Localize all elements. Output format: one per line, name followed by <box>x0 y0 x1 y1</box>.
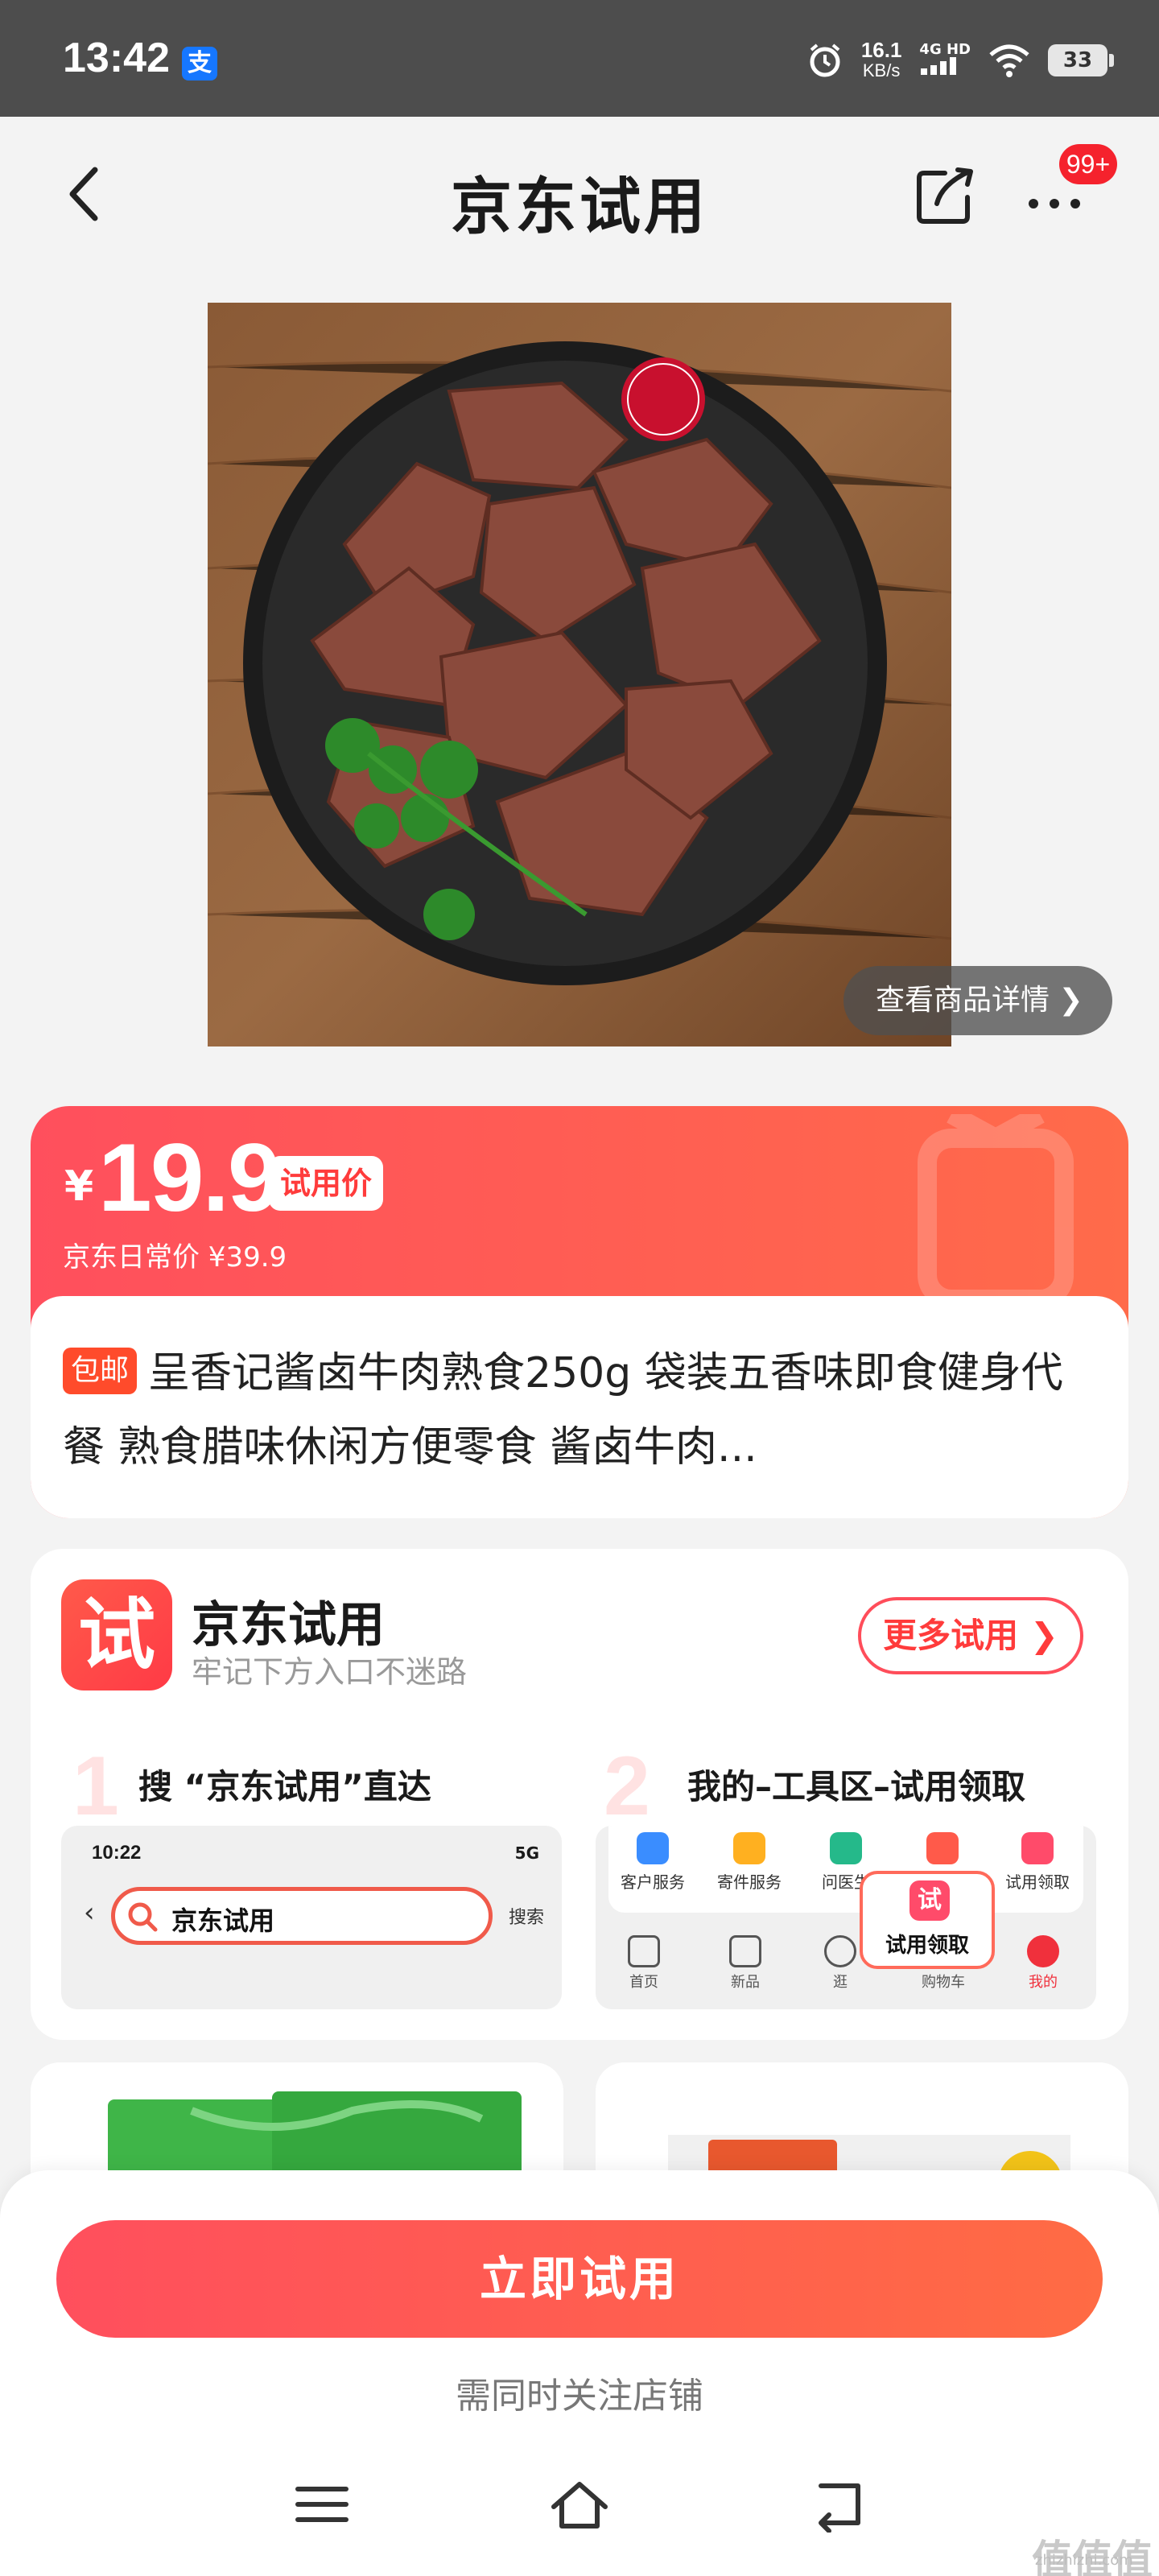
mini-time: 10:22 <box>92 1842 142 1864</box>
person-icon <box>1027 1935 1059 1967</box>
trial-price: 19.9 <box>98 1124 282 1232</box>
mini-search-box: 京东试用 <box>111 1887 493 1945</box>
nav-label: 首页 <box>629 1974 658 1991</box>
net-speed: 16.1 KB/s <box>861 39 902 81</box>
status-time: 13:42 <box>63 35 170 81</box>
wifi-icon <box>989 44 1029 77</box>
mini-signal: 5G <box>514 1843 539 1863</box>
doctor-icon <box>830 1832 862 1864</box>
view-details-button[interactable]: 查看商品详情 ❯ <box>843 966 1112 1035</box>
product-title: 包邮 呈香记酱卤牛肉熟食250g 袋装五香味即食健身代餐 熟食腊味休闲方便零食 酱… <box>63 1336 1101 1484</box>
callout-text: 试用领取 <box>885 1934 969 1958</box>
network-label: 4G HD <box>919 41 971 58</box>
tool-gift <box>898 1832 987 1869</box>
headset-icon <box>637 1832 669 1864</box>
more-trials-button[interactable]: 更多试用 ❯ <box>858 1597 1083 1674</box>
battery-indicator: 33 <box>1048 44 1114 76</box>
header: 京东试用 99+ <box>0 117 1159 270</box>
nav-home: 首页 <box>612 1935 676 1992</box>
package-icon <box>733 1832 765 1864</box>
page-title: 京东试用 <box>451 171 708 242</box>
jd-trial-app-icon: 试 <box>61 1579 172 1690</box>
step-1-number: 1 <box>72 1740 119 1833</box>
trial-icon: 试 <box>909 1880 950 1921</box>
trial-callout: 试 试用领取 <box>860 1871 995 1969</box>
status-bar: 13:42 支 16.1 KB/s 4G HD 33 <box>0 0 1159 117</box>
message-badge: 99+ <box>1059 144 1117 184</box>
net-speed-value: 16.1 <box>860 38 902 62</box>
regular-price: 京东日常价 ¥39.9 <box>63 1241 287 1274</box>
share-icon[interactable] <box>913 162 979 228</box>
promo-subtitle: 牢记下方入口不迷路 <box>192 1654 468 1690</box>
alipay-icon: 支 <box>182 47 217 80</box>
trial-icon <box>1021 1832 1054 1864</box>
net-speed-unit: KB/s <box>862 60 901 80</box>
nav-label: 购物车 <box>922 1974 965 1991</box>
search-icon <box>128 1902 158 1932</box>
nav-mine: 我的 <box>1011 1935 1075 1992</box>
step-2-text: 我的–工具区–试用领取 <box>687 1767 1026 1806</box>
promo-title: 京东试用 <box>192 1597 385 1653</box>
step-2-number: 2 <box>604 1740 650 1833</box>
tool-row: 客户服务 寄件服务 问医生 试用领取 <box>608 1826 1083 1913</box>
status-right: 16.1 KB/s 4G HD 33 <box>806 32 1114 89</box>
browse-icon <box>824 1935 856 1967</box>
gift-icon <box>926 1832 959 1864</box>
step-1-text: 搜 “京东试用”直达 <box>138 1767 431 1806</box>
tool-shipping: 寄件服务 <box>705 1832 794 1893</box>
price-card: ¥ 19.9 试用价 京东日常价 ¥39.9 包邮 呈香记酱卤牛肉熟食250g 袋… <box>31 1106 1128 1518</box>
tool-customer-service: 客户服务 <box>608 1832 697 1893</box>
mini-nav-row: 首页 新品 逛 购物车 我的 <box>596 1929 1096 2009</box>
signal-group: 4G HD <box>919 43 971 78</box>
tool-label: 客户服务 <box>621 1872 685 1892</box>
tool-label: 试用领取 <box>1005 1872 1070 1892</box>
follow-store-note: 需同时关注店铺 <box>456 2376 703 2417</box>
try-now-button[interactable]: 立即试用 <box>56 2220 1103 2338</box>
menu-icon[interactable] <box>290 2476 354 2533</box>
signal-icon <box>921 57 957 75</box>
ribbon-decoration <box>918 1114 1074 1309</box>
product-title-card: 包邮 呈香记酱卤牛肉熟食250g 袋装五香味即食健身代餐 熟食腊味休闲方便零食 酱… <box>31 1296 1128 1518</box>
trial-promo-card: 试 京东试用 牢记下方入口不迷路 更多试用 ❯ 1 搜 “京东试用”直达 2 我… <box>31 1549 1128 2040</box>
mini-search-label: 搜索 <box>509 1908 545 1928</box>
mini-back-icon: ‹ <box>84 1897 95 1929</box>
price-currency: ¥ <box>64 1162 94 1211</box>
product-image[interactable] <box>208 303 951 1046</box>
back-nav-icon[interactable] <box>805 2476 869 2533</box>
trial-price-tag: 试用价 <box>269 1156 384 1211</box>
step-2-illustration: 客户服务 寄件服务 问医生 试用领取 首页 新品 逛 购物车 我的 试 试用领取 <box>596 1826 1096 2009</box>
nav-new: 新品 <box>713 1935 777 1992</box>
nav-label: 逛 <box>833 1974 848 1991</box>
free-shipping-tag: 包邮 <box>63 1348 138 1394</box>
home-icon <box>628 1935 660 1967</box>
tool-trial: 试用领取 <box>993 1832 1082 1893</box>
alarm-icon <box>810 43 840 77</box>
watermark-site: zhizhizhi.com <box>1035 2552 1133 2569</box>
mini-search-text: 京东试用 <box>171 1905 275 1936</box>
step-1-illustration: 10:22 5G ‹ 京东试用 搜索 <box>61 1826 562 2009</box>
tool-label: 寄件服务 <box>717 1872 782 1892</box>
box-icon <box>729 1935 761 1967</box>
nav-label: 我的 <box>1029 1974 1058 1991</box>
home-nav-icon[interactable] <box>547 2476 612 2533</box>
product-title-text: 呈香记酱卤牛肉熟食250g 袋装五香味即食健身代餐 熟食腊味休闲方便零食 酱卤牛… <box>63 1349 1063 1472</box>
bottom-action-bar: 立即试用 需同时关注店铺 <box>0 2170 1159 2576</box>
nav-label: 新品 <box>731 1974 760 1991</box>
